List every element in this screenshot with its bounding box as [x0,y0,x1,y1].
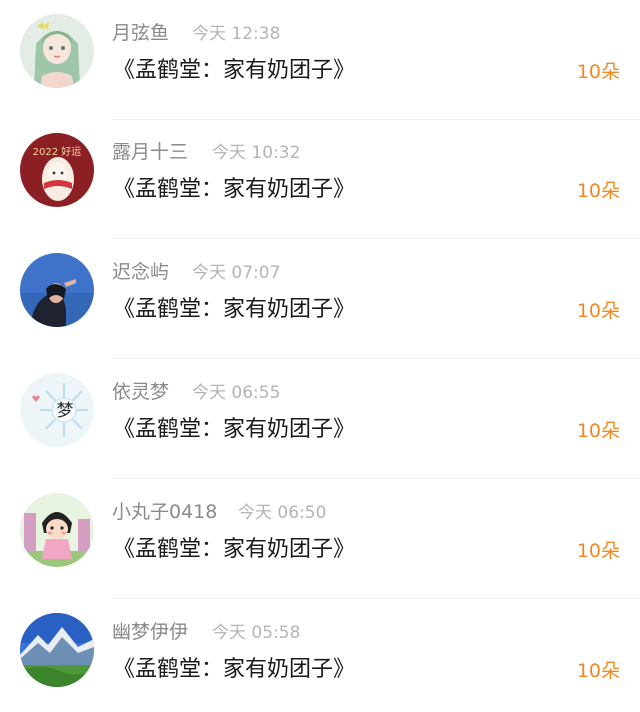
user-name[interactable]: 露月十三 [112,139,188,165]
timestamp: 今天 06:55 [192,383,281,403]
user-avatar[interactable]: 2022 好运 [20,133,94,207]
flower-count: 10朵 [576,180,620,202]
book-title[interactable]: 《孟鹤堂：家有奶团子》 [113,174,355,206]
flower-count: 10朵 [576,61,620,83]
list-item[interactable]: 幽梦伊伊 今天 05:58 《孟鹤堂：家有奶团子》 10朵 [0,599,640,712]
book-title[interactable]: 《孟鹤堂：家有奶团子》 [113,534,355,566]
timestamp: 今天 06:50 [238,503,327,523]
book-title[interactable]: 《孟鹤堂：家有奶团子》 [113,654,355,686]
list-item[interactable]: 2022 好运 露月十三 今天 10:32 《孟鹤堂：家有奶团子》 10朵 [0,119,640,239]
book-title[interactable]: 《孟鹤堂：家有奶团子》 [113,55,355,87]
book-title[interactable]: 《孟鹤堂：家有奶团子》 [113,414,355,446]
user-name[interactable]: 月弦鱼 [112,20,169,46]
user-avatar[interactable] [20,14,94,88]
user-avatar[interactable] [20,253,94,327]
timestamp: 今天 07:07 [192,263,281,283]
user-avatar[interactable]: 梦 [20,373,94,447]
timestamp: 今天 05:58 [212,623,301,643]
user-avatar[interactable] [20,613,94,687]
list-item[interactable]: 梦 依灵梦 今天 06:55 《孟鹤堂：家有奶团子》 10朵 [0,359,640,479]
user-name[interactable]: 依灵梦 [112,379,169,405]
list-item[interactable]: 迟念屿 今天 07:07 《孟鹤堂：家有奶团子》 10朵 [0,239,640,359]
user-name[interactable]: 小丸子0418 [112,499,217,525]
book-title[interactable]: 《孟鹤堂：家有奶团子》 [113,294,355,326]
list-item[interactable]: 月弦鱼 今天 12:38 《孟鹤堂：家有奶团子》 10朵 [0,0,640,120]
list-item[interactable]: 小丸子0418 今天 06:50 《孟鹤堂：家有奶团子》 10朵 [0,479,640,599]
avatar-text: 2022 好运 [33,146,82,158]
flower-count: 10朵 [576,420,620,442]
flower-count: 10朵 [576,540,620,562]
timestamp: 今天 12:38 [192,24,281,44]
avatar-text: 梦 [57,401,74,421]
flower-count: 10朵 [576,300,620,322]
timestamp: 今天 10:32 [212,143,301,163]
user-avatar[interactable] [20,493,94,567]
gift-record-list: 月弦鱼 今天 12:38 《孟鹤堂：家有奶团子》 10朵 2022 好运 露月十… [0,0,640,712]
flower-count: 10朵 [576,660,620,682]
user-name[interactable]: 迟念屿 [112,259,169,285]
user-name[interactable]: 幽梦伊伊 [112,619,188,645]
